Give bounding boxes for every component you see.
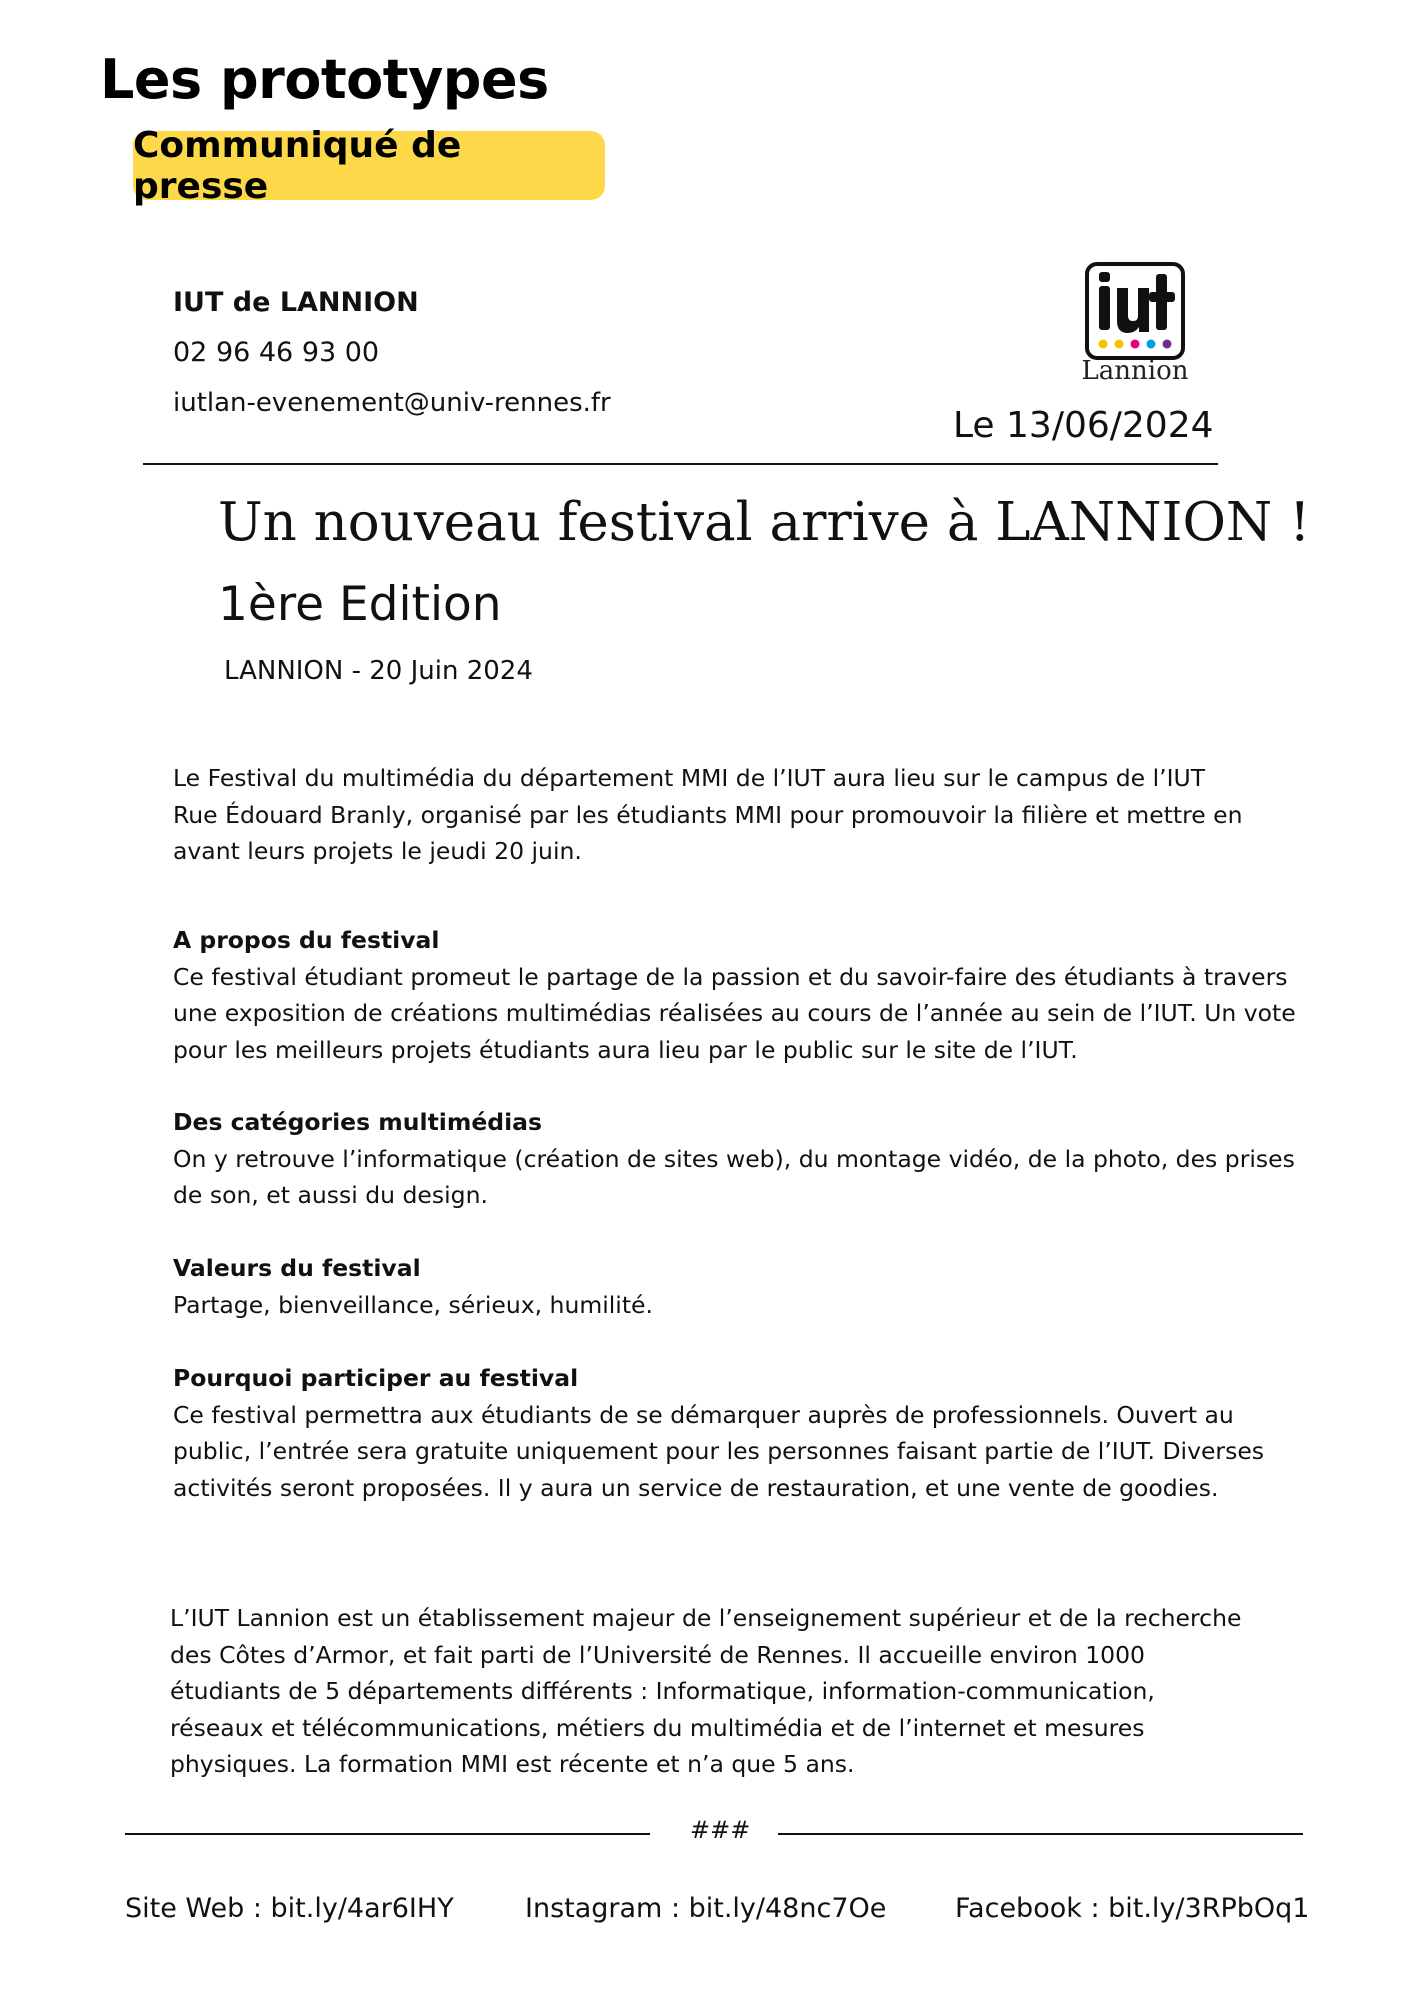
about-line: L’IUT Lannion est un établissement majeu… — [170, 1604, 1242, 1632]
section-categories: Des catégories multimédias On y retrouve… — [173, 1104, 1323, 1214]
press-release-badge: Communiqué de presse — [133, 125, 605, 207]
end-marker: ### — [690, 1816, 751, 1844]
intro-paragraph: Le Festival du multimédia du département… — [173, 760, 1323, 870]
page-title: Les prototypes — [100, 48, 549, 111]
edition-subtitle: 1ère Edition — [218, 577, 502, 632]
section-line: de son, et aussi du design. — [173, 1181, 488, 1209]
document-date: Le 13/06/2024 — [953, 405, 1214, 446]
website-link[interactable]: Site Web : bit.ly/4ar6IHY — [125, 1893, 454, 1924]
contact-name: IUT de LANNION — [173, 287, 419, 318]
contact-phone: 02 96 46 93 00 — [173, 337, 380, 368]
about-iut-paragraph: L’IUT Lannion est un établissement majeu… — [170, 1600, 1280, 1783]
about-line: physiques. La formation MMI est récente … — [170, 1750, 855, 1778]
section-about-festival: A propos du festival Ce festival étudian… — [173, 922, 1323, 1068]
dateline: LANNION - 20 Juin 2024 — [224, 656, 533, 686]
section-heading: Pourquoi participer au festival — [173, 1364, 579, 1392]
header-divider — [143, 463, 1218, 465]
section-line: activités seront proposées. Il y aura un… — [173, 1473, 1219, 1502]
footer-divider-right — [778, 1833, 1303, 1835]
section-line: Ce festival permettra aux étudiants de s… — [173, 1400, 1234, 1429]
section-line: public, l’entrée sera gratuite uniquemen… — [173, 1437, 1265, 1465]
section-heading: Valeurs du festival — [173, 1254, 421, 1282]
section-heading: Des catégories multimédias — [173, 1108, 543, 1136]
section-line: On y retrouve l’informatique (création d… — [173, 1144, 1295, 1173]
logo-wordmark: Lannion — [1081, 356, 1189, 386]
section-why-participate: Pourquoi participer au festival Ce festi… — [173, 1360, 1323, 1506]
footer-divider-left — [125, 1833, 650, 1835]
iut-logo-icon — [1085, 262, 1185, 360]
headline: Un nouveau festival arrive à LANNION ! — [218, 492, 1311, 553]
section-values: Valeurs du festival Partage, bienveillan… — [173, 1250, 1323, 1323]
contact-email: iutlan-evenement@univ-rennes.fr — [173, 388, 611, 418]
section-heading: A propos du festival — [173, 926, 440, 954]
intro-line: Le Festival du multimédia du département… — [173, 764, 1206, 792]
instagram-link[interactable]: Instagram : bit.ly/48nc7Oe — [525, 1893, 886, 1924]
section-line: Ce festival étudiant promeut le partage … — [173, 962, 1288, 991]
intro-line: Rue Édouard Branly, organisé par les étu… — [173, 800, 1243, 829]
about-line: des Côtes d’Armor, et fait parti de l’Un… — [170, 1640, 1145, 1669]
section-line: Partage, bienveillance, sérieux, humilit… — [173, 1290, 653, 1319]
section-line: une exposition de créations multimédias … — [173, 999, 1296, 1027]
section-line: pour les meilleurs projets étudiants aur… — [173, 1035, 1078, 1064]
about-line: étudiants de 5 départements différents :… — [170, 1677, 1155, 1705]
intro-line: avant leurs projets le jeudi 20 juin. — [173, 837, 582, 865]
about-line: réseaux et télécommunications, métiers d… — [170, 1713, 1145, 1742]
facebook-link[interactable]: Facebook : bit.ly/3RPbOq1 — [955, 1893, 1309, 1924]
